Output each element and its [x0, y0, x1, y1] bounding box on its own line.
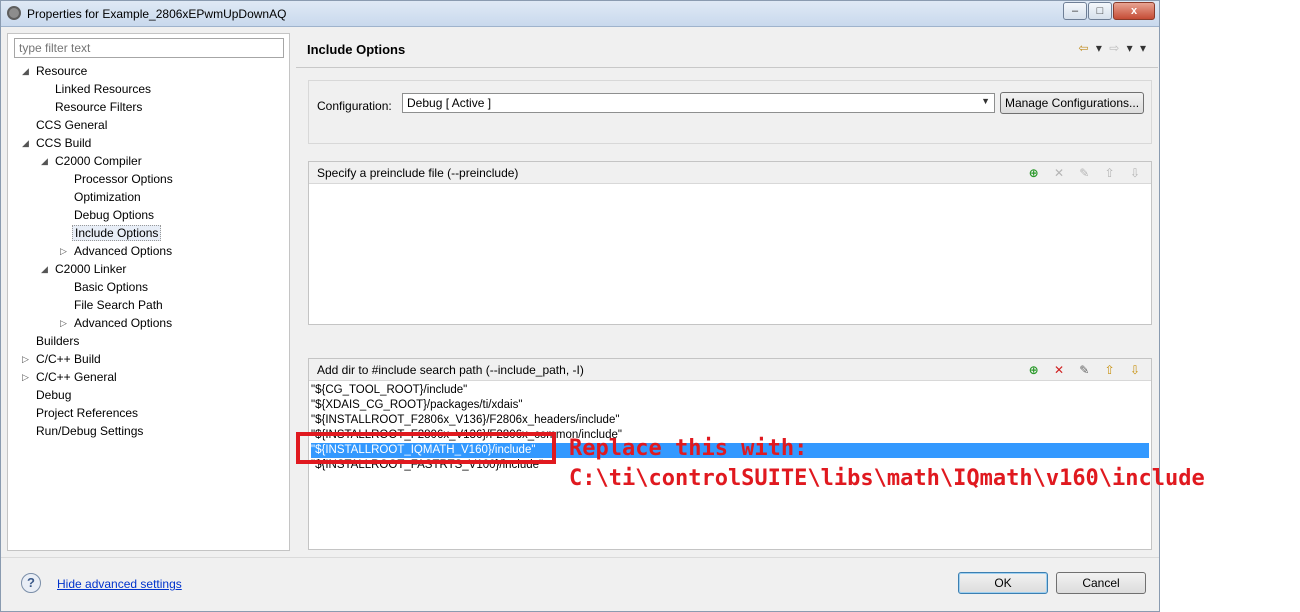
delete-icon[interactable]: ✕ [1051, 165, 1067, 181]
tree-item-cpp-build[interactable]: ▷ C/C++ Build [22, 350, 101, 368]
tree-item-processor-options[interactable]: Processor Options [74, 170, 173, 188]
header-divider [296, 67, 1158, 68]
property-tree-panel: ◢ Resource Linked Resources Resource Fil… [7, 33, 290, 551]
annotation-text: Replace this with: C:\ti\controlSUITE\li… [569, 434, 1205, 494]
forward-arrow-icon[interactable]: ⇨ [1109, 41, 1119, 55]
tree-item-resource[interactable]: ◢ Resource [22, 62, 87, 80]
properties-dialog: Properties for Example_2806xEPwmUpDownAQ… [0, 0, 1160, 612]
include-path-panel-title: Add dir to #include search path (--inclu… [317, 363, 584, 377]
expand-icon[interactable]: ◢ [41, 152, 48, 170]
delete-icon[interactable]: ✕ [1051, 362, 1067, 378]
configuration-group: Configuration: Debug [ Active ] ▼ Manage… [308, 80, 1152, 144]
page-title: Include Options [307, 42, 406, 57]
expand-icon[interactable]: ◢ [22, 134, 29, 152]
app-gear-icon [7, 6, 21, 20]
preinclude-panel-title: Specify a preinclude file (--preinclude) [317, 166, 519, 180]
help-icon[interactable]: ? [21, 573, 41, 593]
footer-divider [1, 557, 1159, 558]
move-up-icon[interactable]: ⇧ [1102, 362, 1118, 378]
tree-item-c2000-compiler[interactable]: ◢ C2000 Compiler [41, 152, 142, 170]
expand-icon[interactable]: ▷ [60, 314, 67, 332]
tree-item-ccs-general[interactable]: CCS General [36, 116, 107, 134]
window-title: Properties for Example_2806xEPwmUpDownAQ [27, 7, 287, 21]
configuration-value: Debug [ Active ] [407, 96, 492, 110]
tree-item-resource-filters[interactable]: Resource Filters [55, 98, 142, 116]
ok-button[interactable]: OK [958, 572, 1048, 594]
tree-item-c2000-linker[interactable]: ◢ C2000 Linker [41, 260, 126, 278]
preinclude-panel: Specify a preinclude file (--preinclude)… [308, 161, 1152, 325]
tree-item-debug-options[interactable]: Debug Options [74, 206, 154, 224]
preinclude-toolbar: ⊕ ✕ ✎ ⇧ ⇩ [1020, 165, 1143, 181]
tree-item-cpp-general[interactable]: ▷ C/C++ General [22, 368, 117, 386]
maximize-button[interactable]: □ [1088, 2, 1112, 20]
tree-item-linked-resources[interactable]: Linked Resources [55, 80, 151, 98]
edit-icon[interactable]: ✎ [1076, 165, 1092, 181]
tree-item-optimization[interactable]: Optimization [74, 188, 141, 206]
tree-item-run-debug-settings[interactable]: Run/Debug Settings [36, 422, 143, 440]
move-down-icon[interactable]: ⇩ [1127, 165, 1143, 181]
include-path-item[interactable]: "${CG_TOOL_ROOT}/include" [311, 383, 467, 398]
add-icon[interactable]: ⊕ [1026, 165, 1042, 181]
expand-icon[interactable]: ◢ [41, 260, 48, 278]
include-path-item[interactable]: "${XDAIS_CG_ROOT}/packages/ti/xdais" [311, 398, 522, 413]
minimize-button[interactable]: – [1063, 2, 1087, 20]
tree-item-debug[interactable]: Debug [36, 386, 71, 404]
configuration-select[interactable]: Debug [ Active ] ▼ [402, 93, 995, 113]
expand-icon[interactable]: ◢ [22, 62, 29, 80]
expand-icon[interactable]: ▷ [22, 350, 29, 368]
page-navigation: ⇦ ▾ ⇨ ▾ ▾ [1074, 41, 1146, 55]
include-path-panel-header: Add dir to #include search path (--inclu… [309, 359, 1151, 381]
edit-icon[interactable]: ✎ [1076, 362, 1092, 378]
tree-item-ccs-build[interactable]: ◢ CCS Build [22, 134, 91, 152]
cancel-button[interactable]: Cancel [1056, 572, 1146, 594]
dropdown-arrow-icon[interactable]: ▼ [981, 96, 990, 106]
expand-icon[interactable]: ▷ [60, 242, 67, 260]
annotation-line-2: C:\ti\controlSUITE\libs\math\IQmath\v160… [569, 466, 1205, 491]
filter-input[interactable] [14, 38, 284, 58]
back-arrow-icon[interactable]: ⇦ [1078, 41, 1088, 55]
move-down-icon[interactable]: ⇩ [1127, 362, 1143, 378]
include-path-item[interactable]: "${INSTALLROOT_F2806x_V136}/F2806x_heade… [311, 413, 619, 428]
back-menu-chevron-icon[interactable]: ▾ [1096, 41, 1102, 55]
annotation-line-1: Replace this with: [569, 436, 808, 461]
add-icon[interactable]: ⊕ [1026, 362, 1042, 378]
tree-item-linker-advanced-options[interactable]: ▷ Advanced Options [60, 314, 172, 332]
expand-icon[interactable]: ▷ [22, 368, 29, 386]
title-bar: Properties for Example_2806xEPwmUpDownAQ… [1, 1, 1159, 27]
manage-configurations-button[interactable]: Manage Configurations... [1000, 92, 1144, 114]
close-button[interactable]: x [1113, 2, 1155, 20]
tree-item-basic-options[interactable]: Basic Options [74, 278, 148, 296]
tree-item-builders[interactable]: Builders [36, 332, 79, 350]
forward-menu-chevron-icon[interactable]: ▾ [1127, 41, 1133, 55]
tree-item-project-references[interactable]: Project References [36, 404, 138, 422]
tree-item-file-search-path[interactable]: File Search Path [74, 296, 163, 314]
include-path-toolbar: ⊕ ✕ ✎ ⇧ ⇩ [1020, 362, 1143, 378]
tree-item-include-options[interactable]: Include Options [72, 224, 162, 242]
configuration-label: Configuration: [317, 99, 392, 113]
view-menu-chevron-icon[interactable]: ▾ [1140, 41, 1146, 55]
annotation-highlight-box [296, 432, 556, 464]
hide-advanced-settings-link[interactable]: Hide advanced settings [57, 577, 182, 591]
preinclude-panel-header: Specify a preinclude file (--preinclude)… [309, 162, 1151, 184]
tree-item-compiler-advanced-options[interactable]: ▷ Advanced Options [60, 242, 172, 260]
move-up-icon[interactable]: ⇧ [1102, 165, 1118, 181]
